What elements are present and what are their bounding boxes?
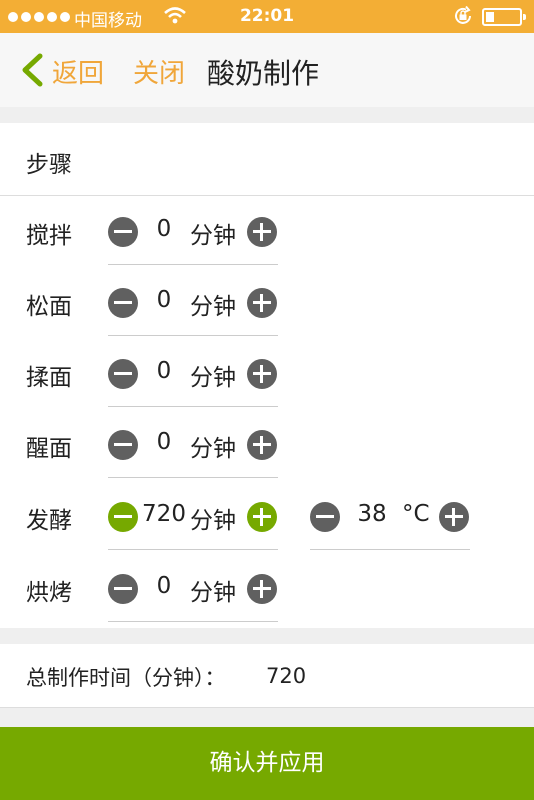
plus-icon[interactable] [247,502,277,532]
step-row-ferment: 发酵 720 分钟 38 °C [0,481,534,553]
step-row-bake: 烘烤 0 分钟 [0,553,534,625]
plus-icon[interactable] [247,217,277,247]
minus-icon[interactable] [108,430,138,460]
total-time-row: 总制作时间（分钟）： 720 [0,644,534,708]
minus-icon[interactable] [108,574,138,604]
stepper-underline [108,477,278,478]
plus-icon[interactable] [247,430,277,460]
plus-icon[interactable] [247,288,277,318]
duration-stepper: 0 分钟 [108,409,278,481]
temperature-unit: °C [402,501,430,527]
duration-value: 0 [156,287,172,313]
duration-stepper: 720 分钟 [108,481,278,553]
duration-value: 720 [142,501,186,527]
stepper-underline [108,335,278,336]
minus-icon[interactable] [108,288,138,318]
duration-stepper: 0 分钟 [108,267,278,339]
step-row-stir: 搅拌 0 分钟 [0,196,534,268]
step-label: 烘烤 [26,580,72,606]
step-label: 醒面 [26,436,72,462]
steps-card: 步骤 搅拌 0 分钟 松面 0 分钟 揉面 0 分钟 醒面 0 分钟 发酵 72… [0,123,534,628]
duration-unit: 分钟 [190,223,236,249]
temperature-stepper: 38 °C [310,481,470,553]
plus-icon[interactable] [439,502,469,532]
duration-unit: 分钟 [190,365,236,391]
step-row-rest: 醒面 0 分钟 [0,409,534,481]
duration-value: 0 [156,573,172,599]
minus-icon[interactable] [108,502,138,532]
stepper-underline [310,549,470,550]
stepper-underline [108,406,278,407]
nav-bar: 返回 关闭 酸奶制作 [0,33,534,107]
minus-icon[interactable] [108,359,138,389]
duration-value: 0 [156,216,172,242]
back-button[interactable]: 返回 [52,53,104,90]
step-row-loosen: 松面 0 分钟 [0,267,534,339]
battery-icon [482,8,526,26]
stepper-underline [108,621,278,622]
section-spacer [0,107,534,123]
total-time-label: 总制作时间（分钟）： [26,666,226,690]
step-label: 松面 [26,294,72,320]
duration-value: 0 [156,358,172,384]
rotation-lock-icon [452,5,474,32]
status-bar: 中国移动 22:01 [0,0,534,33]
duration-unit: 分钟 [190,508,236,534]
close-button[interactable]: 关闭 [133,53,185,90]
plus-icon[interactable] [247,359,277,389]
duration-stepper: 0 分钟 [108,196,278,268]
page-title: 酸奶制作 [207,57,320,90]
step-label: 揉面 [26,365,72,391]
steps-header: 步骤 [26,152,72,178]
stepper-underline [108,264,278,265]
duration-unit: 分钟 [190,294,236,320]
duration-stepper: 0 分钟 [108,553,278,625]
duration-stepper: 0 分钟 [108,338,278,410]
step-row-knead: 揉面 0 分钟 [0,338,534,410]
minus-icon[interactable] [108,217,138,247]
duration-unit: 分钟 [190,580,236,606]
confirm-apply-button[interactable]: 确认并应用 [0,727,534,800]
temperature-value: 38 [357,501,387,527]
step-label: 发酵 [26,508,72,534]
duration-value: 0 [156,429,172,455]
minus-icon[interactable] [310,502,340,532]
duration-unit: 分钟 [190,436,236,462]
plus-icon[interactable] [247,574,277,604]
total-time-value: 720 [266,664,307,688]
chevron-left-icon[interactable] [18,53,46,87]
step-label: 搅拌 [26,223,72,249]
stepper-underline [108,549,278,550]
section-spacer [0,628,534,644]
